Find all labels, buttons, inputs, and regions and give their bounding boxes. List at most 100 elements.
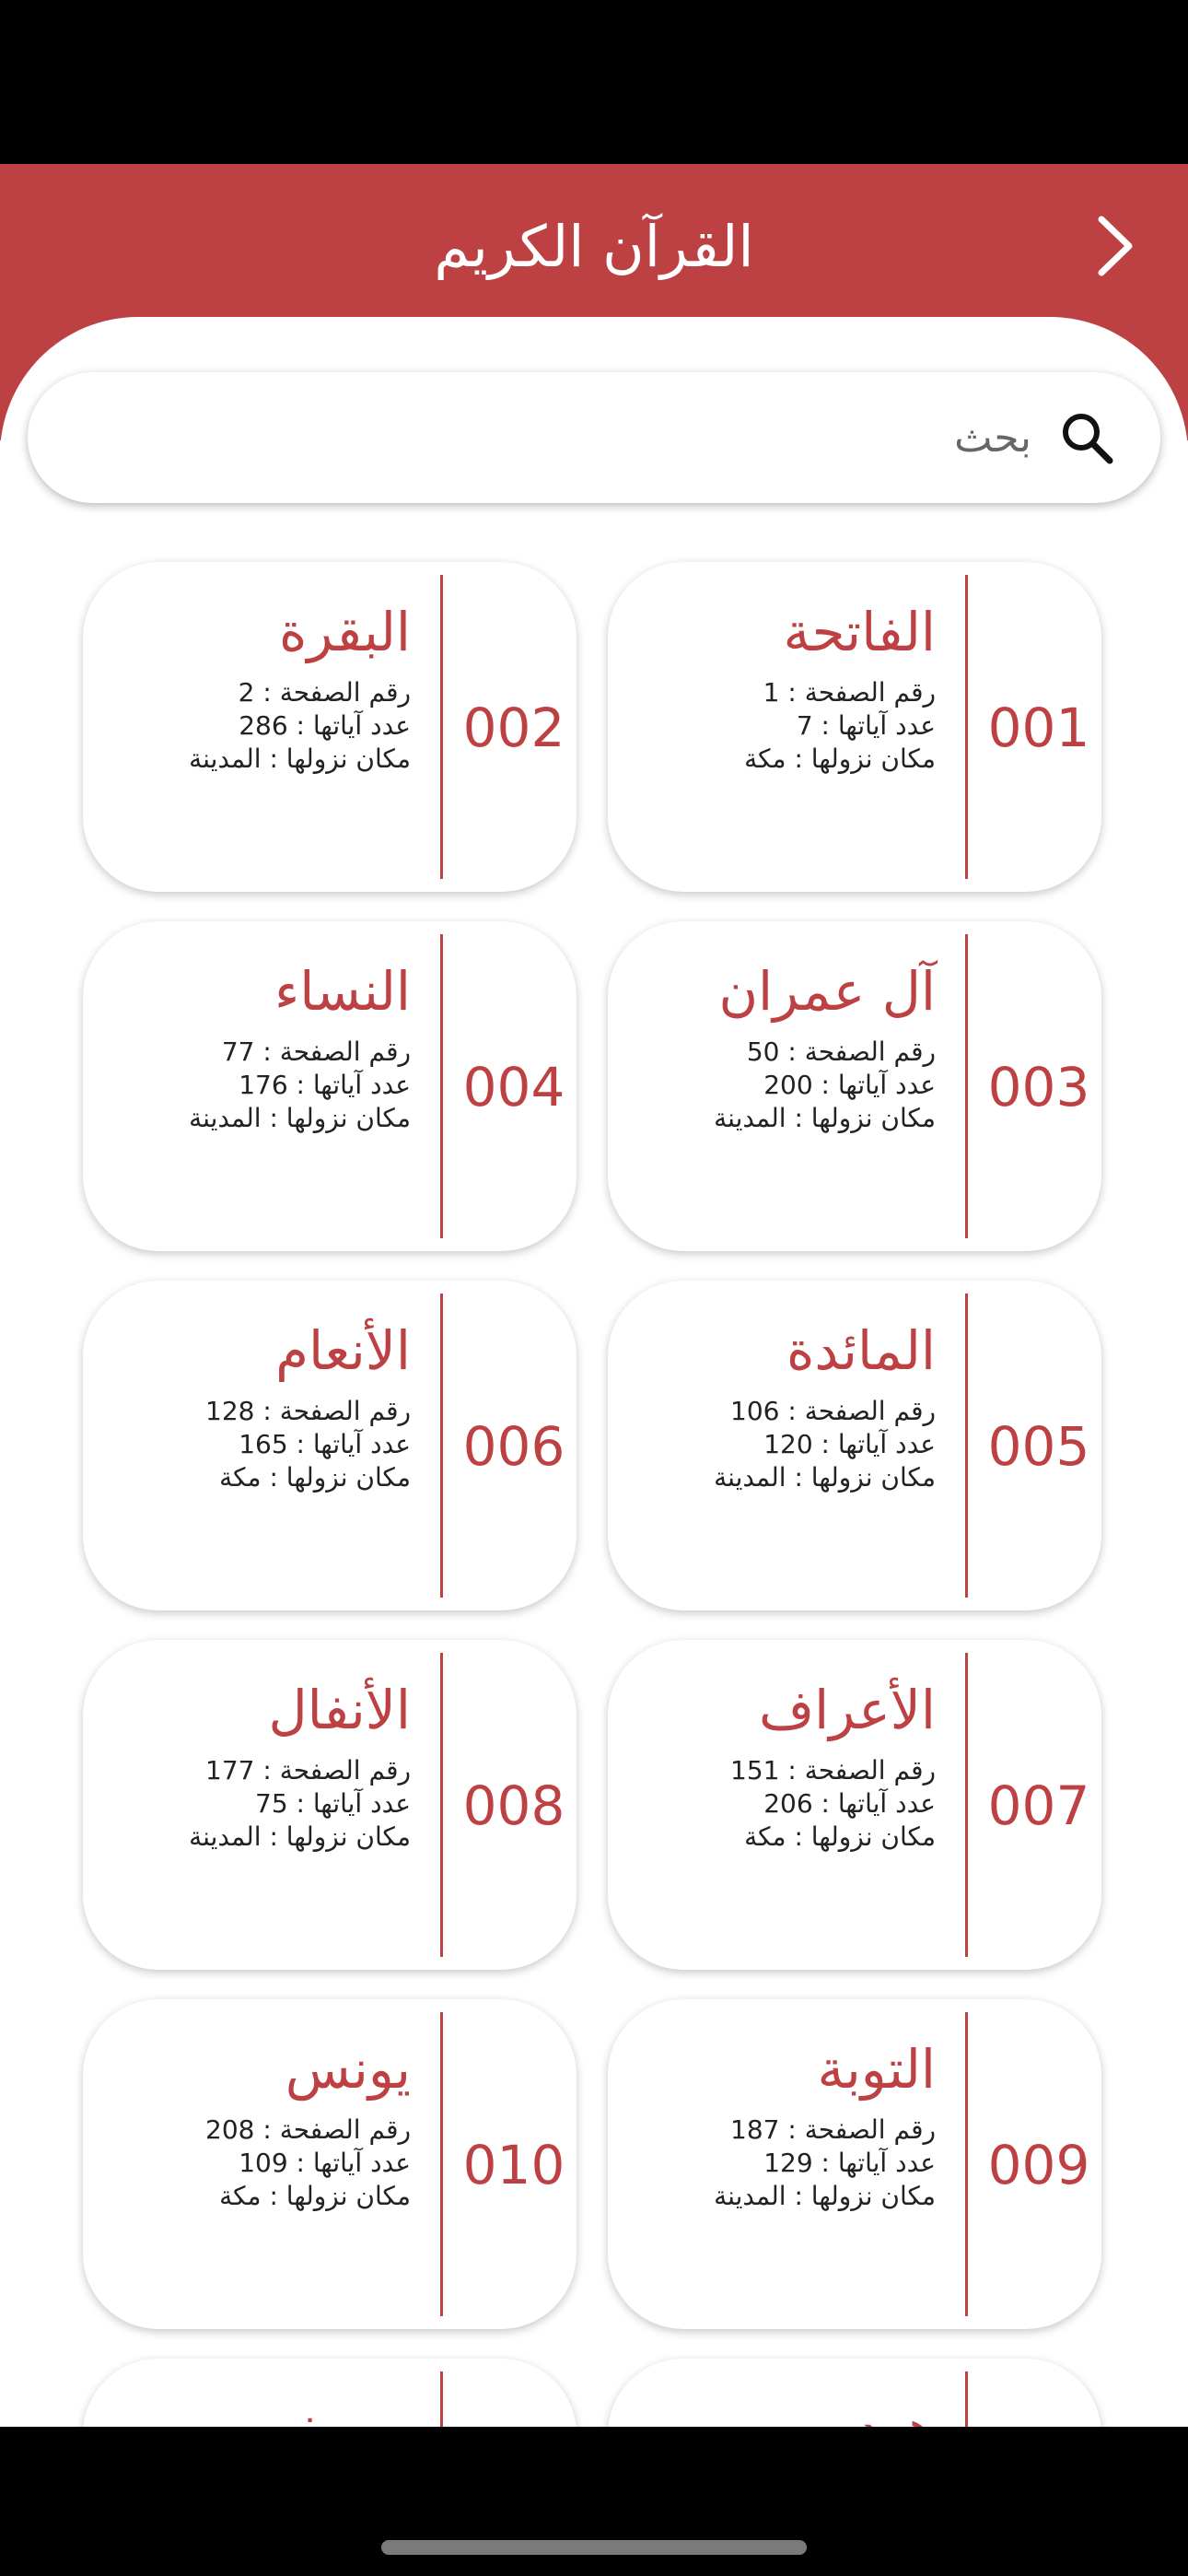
surah-number: 005 xyxy=(987,1415,1090,1478)
surah-page-value: 1 xyxy=(763,677,780,708)
surah-verses-value: 176 xyxy=(239,1070,288,1100)
surah-page-label: رقم الصفحة : xyxy=(787,1755,936,1786)
surah-verses-label: عدد آياتها : xyxy=(296,1070,411,1100)
surah-page: رقم الصفحة : 208 xyxy=(98,2113,411,2147)
surah-page-label: رقم الصفحة : xyxy=(262,1396,411,1426)
search-icon[interactable] xyxy=(1050,401,1124,474)
surah-place-value: مكة xyxy=(744,744,786,774)
surah-place-value: المدينة xyxy=(189,744,262,774)
surah-page: رقم الصفحة : 2 xyxy=(98,676,411,709)
surah-card[interactable]: 008 الأنفال رقم الصفحة : 177 عدد آياتها : 7… xyxy=(83,1640,577,1970)
surah-card[interactable]: يوسف xyxy=(83,2359,577,2427)
surah-page-label: رقم الصفحة : xyxy=(787,1396,936,1426)
surah-page-value: 187 xyxy=(730,2114,780,2145)
surah-verses: عدد آياتها : 165 xyxy=(98,1428,411,1461)
status-bar xyxy=(0,0,1188,164)
surah-number: 008 xyxy=(462,1774,565,1837)
surah-verses: عدد آياتها : 75 xyxy=(98,1787,411,1821)
surah-verses-value: 7 xyxy=(796,710,813,741)
surah-place: مكان نزولها : المدينة xyxy=(98,743,411,776)
surah-verses-label: عدد آياتها : xyxy=(296,1788,411,1819)
surah-verses-value: 165 xyxy=(239,1429,288,1459)
surah-page: رقم الصفحة : 128 xyxy=(98,1395,411,1428)
surah-place: مكان نزولها : المدينة xyxy=(623,1461,936,1494)
surah-number: 001 xyxy=(987,697,1090,759)
surah-place-label: مكان نزولها : xyxy=(269,1821,411,1852)
card-divider xyxy=(440,2371,443,2427)
surah-place-value: مكة xyxy=(744,1821,786,1852)
surah-name: التوبة xyxy=(817,2038,937,2101)
surah-verses-value: 120 xyxy=(763,1429,813,1459)
surah-name: يونس xyxy=(285,2038,411,2101)
card-divider xyxy=(965,934,968,1238)
surah-card[interactable]: 009 التوبة رقم الصفحة : 187 عدد آياتها : 12… xyxy=(608,1999,1101,2329)
surah-page-value: 2 xyxy=(238,677,255,708)
home-indicator[interactable] xyxy=(381,2540,807,2555)
surah-verses: عدد آياتها : 120 xyxy=(623,1428,936,1461)
main-content: 001 الفاتحة رقم الصفحة : 1 عدد آياتها : 7 مك… xyxy=(0,317,1188,2427)
surah-page-value: 128 xyxy=(205,1396,255,1426)
surah-page: رقم الصفحة : 50 xyxy=(623,1036,936,1069)
surah-verses: عدد آياتها : 200 xyxy=(623,1069,936,1102)
surah-card[interactable]: 006 الأنعام رقم الصفحة : 128 عدد آياتها : 1… xyxy=(83,1281,577,1610)
surah-number: 007 xyxy=(987,1774,1090,1837)
surah-page-value: 151 xyxy=(730,1755,780,1786)
surah-page-value: 50 xyxy=(746,1036,780,1067)
surah-place: مكان نزولها : مكة xyxy=(98,1461,411,1494)
surah-card[interactable]: 010 يونس رقم الصفحة : 208 عدد آياتها : 109 م… xyxy=(83,1999,577,2329)
search-input[interactable] xyxy=(28,371,1050,504)
surah-verses-label: عدد آياتها : xyxy=(821,1429,936,1459)
surah-name: يوسف xyxy=(98,2392,411,2427)
surah-place-label: مكان نزولها : xyxy=(794,1462,936,1493)
card-divider xyxy=(965,575,968,879)
surah-page: رقم الصفحة : 106 xyxy=(623,1395,936,1428)
surah-verses: عدد آياتها : 176 xyxy=(98,1069,411,1102)
surah-verses-label: عدد آياتها : xyxy=(296,2148,411,2178)
surah-verses-label: عدد آياتها : xyxy=(821,1788,936,1819)
surah-name: الأنعام xyxy=(275,1319,411,1382)
surah-card[interactable]: 002 البقرة رقم الصفحة : 2 عدد آياتها : 286 م… xyxy=(83,562,577,892)
surah-verses-label: عدد آياتها : xyxy=(296,1429,411,1459)
surah-page: رقم الصفحة : 177 xyxy=(98,1754,411,1787)
surah-page-label: رقم الصفحة : xyxy=(262,677,411,708)
surah-place-value: مكة xyxy=(219,1462,262,1493)
surah-page-value: 177 xyxy=(205,1755,255,1786)
surah-page-value: 77 xyxy=(221,1036,255,1067)
surah-verses: عدد آياتها : 286 xyxy=(98,709,411,743)
surah-place-label: مكان نزولها : xyxy=(269,2181,411,2211)
surah-verses-value: 286 xyxy=(239,710,288,741)
surah-verses-label: عدد آياتها : xyxy=(821,710,936,741)
surah-name: الأعراف xyxy=(758,1679,936,1741)
surah-place: مكان نزولها : المدينة xyxy=(623,2180,936,2213)
surah-page: رقم الصفحة : 151 xyxy=(623,1754,936,1787)
card-divider xyxy=(440,1294,443,1598)
surah-place-label: مكان نزولها : xyxy=(794,2181,936,2211)
surah-number: 002 xyxy=(462,697,565,759)
surah-place: مكان نزولها : المدينة xyxy=(623,1102,936,1135)
surah-card[interactable]: 004 النساء رقم الصفحة : 77 عدد آياتها : 176… xyxy=(83,921,577,1251)
card-divider xyxy=(440,575,443,879)
surah-place: مكان نزولها : مكة xyxy=(623,1821,936,1854)
surah-number: 003 xyxy=(987,1056,1090,1118)
surah-verses-value: 206 xyxy=(763,1788,813,1819)
card-divider xyxy=(965,2371,968,2427)
surah-card[interactable]: 003 آل عمران رقم الصفحة : 50 عدد آياتها : 2… xyxy=(608,921,1101,1251)
surah-card[interactable]: 001 الفاتحة رقم الصفحة : 1 عدد آياتها : 7 مك… xyxy=(608,562,1101,892)
surah-card[interactable]: 007 الأعراف رقم الصفحة : 151 عدد آياتها : 2… xyxy=(608,1640,1101,1970)
surah-card[interactable]: 005 المائدة رقم الصفحة : 106 عدد آياتها : 1… xyxy=(608,1281,1101,1610)
card-divider xyxy=(965,1294,968,1598)
surah-page-label: رقم الصفحة : xyxy=(262,1036,411,1067)
surah-verses: عدد آياتها : 109 xyxy=(98,2147,411,2180)
surah-page-label: رقم الصفحة : xyxy=(787,1036,936,1067)
card-divider xyxy=(440,2012,443,2316)
surah-card[interactable]: هود xyxy=(608,2359,1101,2427)
surah-verses-value: 129 xyxy=(763,2148,813,2178)
surah-name: الفاتحة xyxy=(783,601,936,663)
surah-verses-label: عدد آياتها : xyxy=(821,1070,936,1100)
back-button[interactable] xyxy=(1074,205,1157,287)
surah-place-value: المدينة xyxy=(189,1821,262,1852)
search-bar[interactable] xyxy=(28,371,1160,504)
surah-name: الأنفال xyxy=(268,1679,412,1741)
surah-page-value: 106 xyxy=(730,1396,780,1426)
surah-number: 010 xyxy=(462,2134,565,2196)
